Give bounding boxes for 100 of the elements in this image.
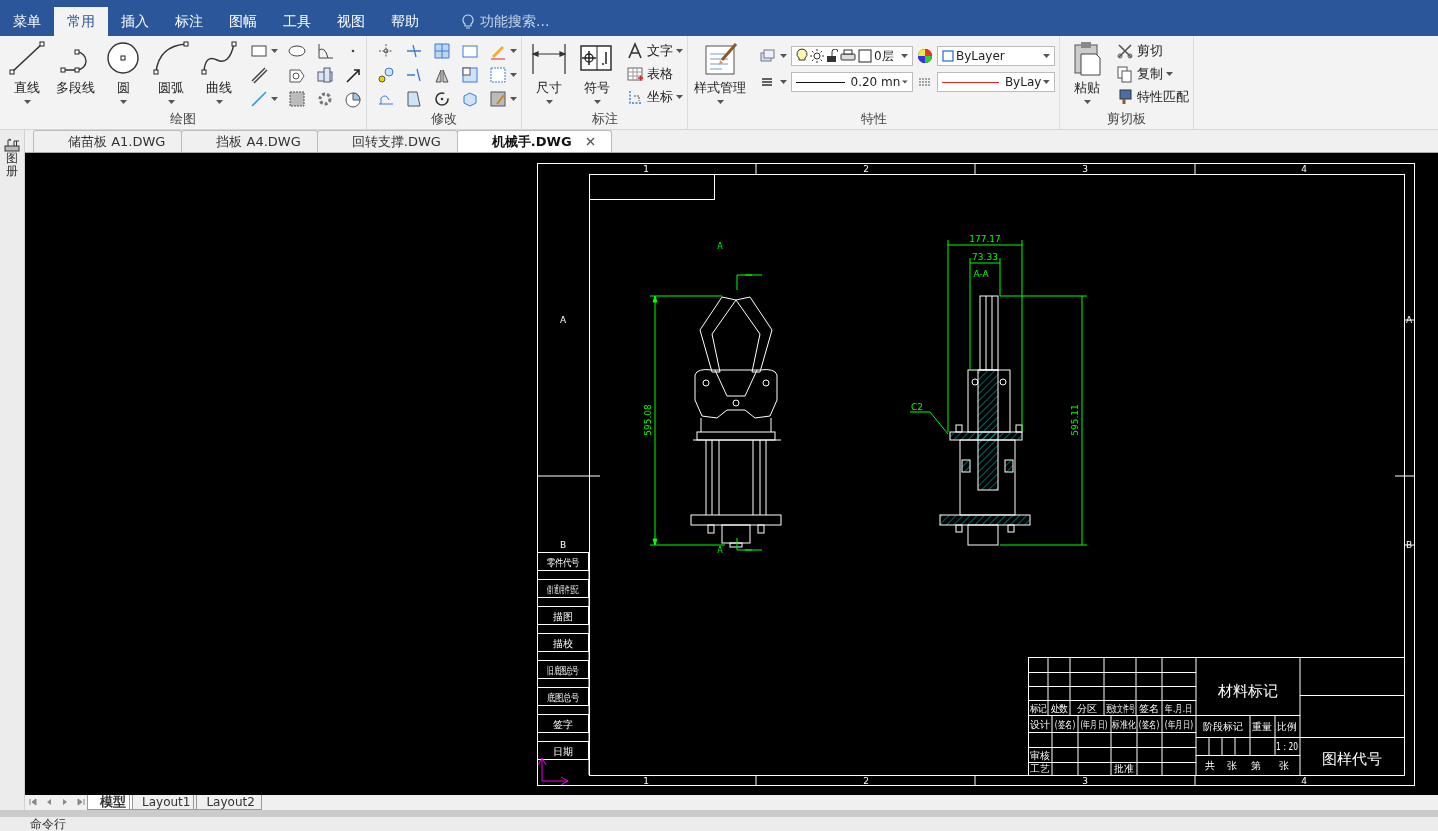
rotate-icon[interactable] bbox=[433, 90, 451, 108]
first-page-icon[interactable] bbox=[29, 798, 37, 806]
ribbon-button[interactable]: 文字 bbox=[626, 40, 683, 61]
caret-icon[interactable] bbox=[1043, 54, 1050, 58]
menu-tab[interactable]: 菜单 bbox=[0, 7, 54, 36]
ribbon-button[interactable]: 圆 bbox=[100, 40, 146, 104]
block-icon[interactable] bbox=[316, 66, 334, 84]
color-dropdown[interactable]: ByLayer bbox=[937, 46, 1055, 66]
caret-icon[interactable] bbox=[510, 49, 517, 53]
table-cell-text: (年月日) bbox=[1164, 718, 1194, 731]
section-label: A-A bbox=[973, 269, 989, 279]
cube-icon[interactable] bbox=[461, 90, 479, 108]
caret-icon[interactable] bbox=[780, 80, 787, 84]
chamfer-label: C2 bbox=[911, 402, 923, 412]
leader-line bbox=[909, 411, 949, 435]
caret-icon[interactable] bbox=[167, 100, 175, 104]
lineweight-dropdown[interactable]: 0.20 mn bbox=[791, 72, 913, 92]
ribbon-button[interactable]: 粘贴 bbox=[1064, 40, 1110, 104]
ellipse-icon[interactable] bbox=[288, 42, 306, 60]
extend-icon[interactable] bbox=[405, 66, 423, 84]
group-title: 绘图 bbox=[169, 112, 197, 128]
gear-icon[interactable] bbox=[316, 90, 334, 108]
table-cell-text: 第 bbox=[1251, 760, 1261, 771]
square-icon bbox=[858, 49, 872, 63]
shapes-icon[interactable] bbox=[377, 66, 395, 84]
previous-icon[interactable] bbox=[45, 798, 53, 806]
sidebar-label[interactable]: 图册 bbox=[6, 152, 18, 179]
ribbon-button[interactable]: 复制 bbox=[1116, 63, 1189, 84]
ribbon-button[interactable]: 表格 bbox=[626, 63, 683, 84]
square-icon[interactable] bbox=[461, 66, 479, 84]
ribbon-button[interactable]: 坐标 bbox=[626, 86, 683, 107]
caret-icon[interactable] bbox=[119, 100, 127, 104]
ribbon-button[interactable]: 特性匹配 bbox=[1116, 86, 1189, 107]
caret-icon[interactable] bbox=[676, 94, 683, 99]
arrow-icon[interactable] bbox=[344, 66, 362, 84]
document-tab[interactable]: 储苗板 A1.DWG bbox=[33, 130, 183, 152]
rectangle-icon[interactable] bbox=[250, 42, 268, 60]
sheet-set-icon[interactable] bbox=[4, 138, 20, 152]
layout-tab[interactable]: 模型 bbox=[87, 795, 133, 810]
caret-icon[interactable] bbox=[593, 100, 601, 104]
scale-text: 1：20 bbox=[1276, 740, 1298, 753]
caret-icon[interactable] bbox=[902, 80, 908, 84]
caret-icon[interactable] bbox=[901, 54, 908, 58]
next-icon[interactable] bbox=[61, 798, 69, 806]
ribbon-button[interactable]: 样式管理 bbox=[692, 40, 748, 104]
table-cell-text: 共 bbox=[1205, 760, 1215, 771]
caret-icon[interactable] bbox=[1083, 100, 1091, 104]
letter-a-icon bbox=[626, 41, 644, 60]
zone-number: 1 bbox=[643, 164, 649, 174]
ribbon-button[interactable]: 直线 bbox=[4, 40, 50, 104]
ribbon-button[interactable]: 多段线 bbox=[52, 40, 98, 104]
menu-tab[interactable]: 帮助 bbox=[378, 7, 432, 36]
caret-icon[interactable] bbox=[271, 97, 278, 101]
zone-number: 1 bbox=[643, 776, 649, 786]
caret-icon[interactable] bbox=[1043, 80, 1050, 84]
linetype-dropdown[interactable]: ByLay bbox=[937, 72, 1055, 92]
caret-icon[interactable] bbox=[780, 54, 787, 58]
close-icon[interactable] bbox=[585, 137, 595, 146]
search-field[interactable]: 功能搜索... bbox=[480, 12, 550, 31]
ribbon-button[interactable]: 尺寸 bbox=[526, 40, 572, 104]
trim-icon[interactable] bbox=[405, 42, 423, 60]
page-icon[interactable] bbox=[405, 90, 423, 108]
pentagon-icon[interactable] bbox=[288, 66, 306, 84]
menu-tab[interactable]: 常用 bbox=[54, 7, 108, 36]
ribbon-button[interactable]: 符号 bbox=[574, 40, 620, 104]
double-line-icon[interactable] bbox=[250, 66, 268, 84]
menu-tab[interactable]: 视图 bbox=[324, 7, 378, 36]
zone-letter: B bbox=[1405, 540, 1413, 550]
menu-tab[interactable]: 图幅 bbox=[216, 7, 270, 36]
caret-icon[interactable] bbox=[676, 48, 683, 53]
brush-icon bbox=[1116, 87, 1134, 106]
ribbon-button[interactable]: 圆弧 bbox=[148, 40, 194, 104]
caret-icon[interactable] bbox=[23, 100, 31, 104]
table-cell-text: (签名) bbox=[1054, 718, 1076, 731]
caret-icon[interactable] bbox=[716, 100, 724, 104]
table-cell-text: 标准化 bbox=[1112, 719, 1136, 731]
angle-icon[interactable] bbox=[316, 42, 334, 60]
caret-icon[interactable] bbox=[510, 97, 517, 101]
document-tab[interactable]: 机械手.DWG bbox=[456, 130, 612, 152]
color-wheel-icon[interactable] bbox=[917, 48, 933, 64]
caret-icon[interactable] bbox=[271, 49, 278, 53]
ribbon-button[interactable]: 曲线 bbox=[196, 40, 242, 104]
table-cell-text: 工艺 bbox=[1030, 762, 1050, 774]
last-page-icon[interactable] bbox=[77, 798, 85, 806]
caret-icon[interactable] bbox=[510, 73, 517, 77]
zone-number: 2 bbox=[863, 164, 869, 174]
caret-icon[interactable] bbox=[545, 100, 553, 104]
hatch-edit-icon[interactable] bbox=[489, 90, 507, 108]
pie-icon[interactable] bbox=[344, 90, 362, 108]
menu-tab[interactable]: 工具 bbox=[270, 7, 324, 36]
ribbon-button[interactable]: 剪切 bbox=[1116, 40, 1189, 61]
move-icon[interactable] bbox=[377, 42, 395, 60]
hatch-icon[interactable] bbox=[288, 90, 306, 108]
grid-icon[interactable] bbox=[433, 42, 451, 60]
section-marker bbox=[736, 274, 763, 291]
menu-tab[interactable]: 标注 bbox=[162, 7, 216, 36]
caret-icon[interactable] bbox=[1166, 71, 1173, 76]
layer-dropdown[interactable]: 0层 bbox=[791, 46, 913, 66]
caret-icon[interactable] bbox=[215, 100, 223, 104]
menu-tab[interactable]: 插入 bbox=[108, 7, 162, 36]
